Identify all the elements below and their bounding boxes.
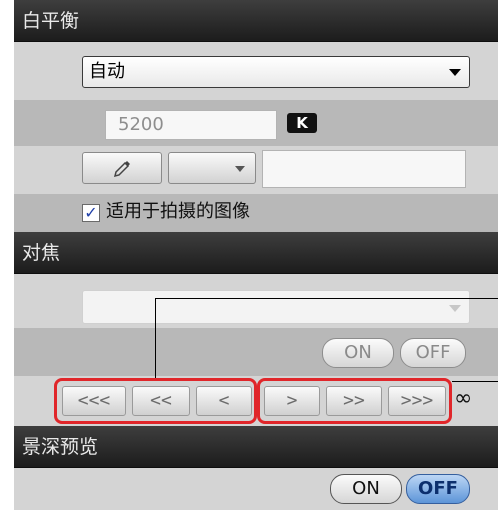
far-focus-highlight — [257, 378, 452, 424]
focus-off-button[interactable]: OFF — [400, 338, 466, 368]
dropdown-arrow-icon — [235, 166, 245, 172]
callout-line-far — [452, 381, 498, 382]
dof-off-label: OFF — [418, 478, 458, 499]
focus-off-label: OFF — [415, 342, 451, 363]
focus-header[interactable]: 对焦 — [14, 232, 498, 274]
focus-mode-select[interactable] — [82, 290, 470, 324]
wb-preset-field[interactable] — [262, 150, 466, 188]
dof-preview-title: 景深预览 — [22, 436, 99, 458]
chevron-down-icon — [449, 69, 461, 76]
wb-preset-dropdown[interactable] — [168, 152, 256, 184]
dof-on-button[interactable]: ON — [330, 474, 402, 504]
white-balance-header[interactable]: 白平衡 — [14, 0, 498, 42]
kelvin-input[interactable]: 5200 — [105, 110, 277, 140]
apply-to-shot-checkbox[interactable]: ✓ — [82, 204, 100, 222]
dof-off-button[interactable]: OFF — [406, 474, 470, 504]
near-focus-highlight — [54, 378, 257, 424]
kelvin-value: 5200 — [118, 114, 164, 135]
kelvin-unit-badge: K — [287, 113, 317, 133]
wb-mode-value: 自动 — [89, 61, 125, 82]
white-balance-mode-select[interactable]: 自动 — [82, 56, 470, 88]
focus-title: 对焦 — [22, 242, 61, 264]
focus-on-button[interactable]: ON — [322, 338, 394, 368]
dof-preview-header[interactable]: 景深预览 — [14, 426, 498, 468]
apply-to-shot-label: 适用于拍摄的图像 — [106, 201, 250, 222]
kelvin-unit-label: K — [296, 114, 308, 132]
focus-on-label: ON — [344, 342, 372, 363]
infinity-icon: ∞ — [454, 386, 473, 411]
white-balance-title: 白平衡 — [22, 10, 80, 32]
callout-line-near-horizontal — [155, 298, 498, 299]
dof-on-label: ON — [352, 478, 380, 499]
eyedropper-button[interactable] — [82, 152, 162, 184]
callout-line-near-vertical — [155, 298, 156, 378]
eyedropper-icon — [113, 161, 130, 178]
checkmark-icon: ✓ — [84, 203, 98, 222]
chevron-down-icon — [449, 305, 461, 312]
